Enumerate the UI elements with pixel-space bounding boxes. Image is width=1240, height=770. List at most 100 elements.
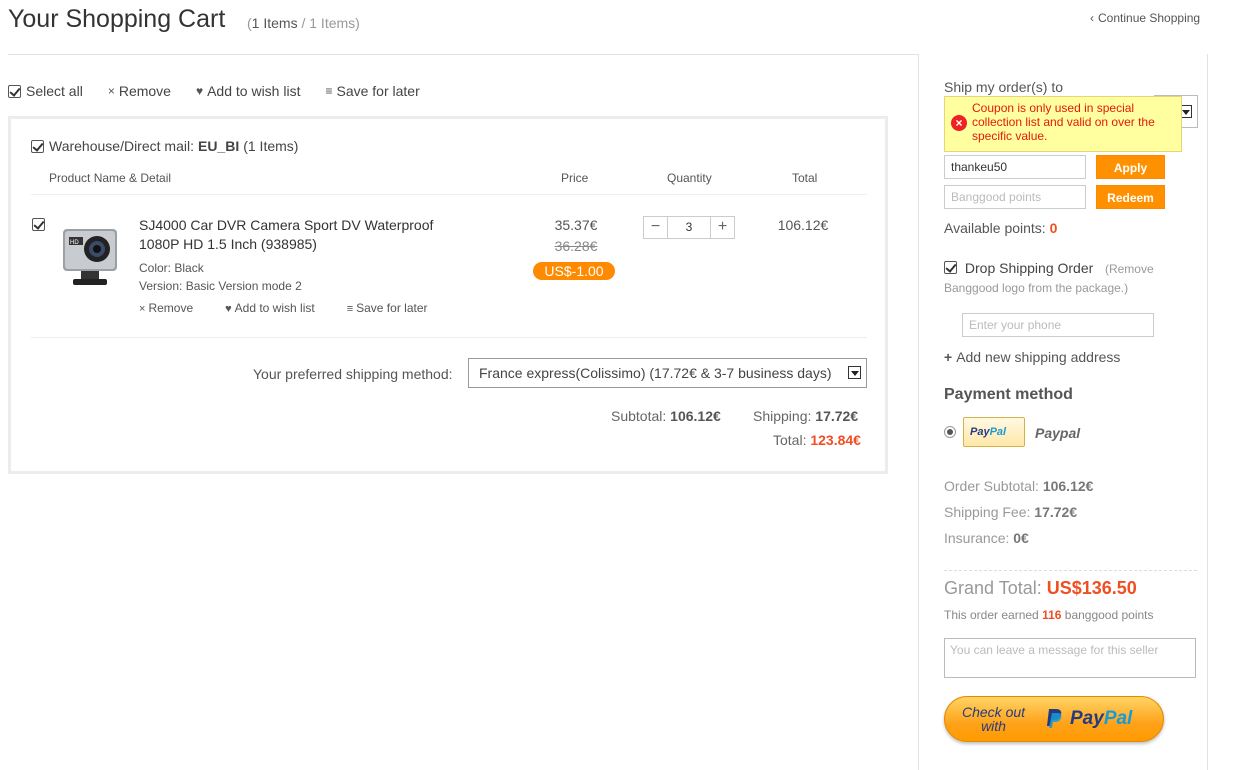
- item-price: 35.37€: [554, 217, 598, 233]
- ship-to-label: Ship my order(s) to: [944, 79, 1064, 95]
- paypal-word-pal: Pal: [1103, 708, 1133, 729]
- cart-shipping: Shipping: 17.72€: [753, 408, 858, 424]
- save-for-later-button[interactable]: ≡ Save for later: [325, 83, 419, 99]
- quantity-decrease-button[interactable]: −: [644, 217, 667, 238]
- order-subtotal: Order Subtotal: 106.12€: [944, 478, 1093, 494]
- cart-subtotal-value: 106.12€: [670, 408, 721, 424]
- warehouse-checkbox[interactable]: [31, 139, 44, 153]
- cart-subtotal-label: Subtotal:: [611, 408, 667, 424]
- warehouse-label: Warehouse/Direct mail:: [49, 138, 194, 154]
- payment-method-title: Payment method: [944, 386, 1073, 403]
- item-remove-link[interactable]: × Remove: [139, 301, 209, 315]
- plus-icon: +: [944, 349, 953, 365]
- list-icon: ≡: [346, 303, 354, 315]
- warehouse-header: Warehouse/Direct mail: EU_BI (1 Items): [31, 138, 298, 154]
- coupon-error-text: Coupon is only used in special collectio…: [972, 101, 1155, 143]
- item-count-current: 1 Items: [251, 15, 298, 31]
- available-points-label: Available points:: [944, 220, 1046, 236]
- available-points-value: 0: [1049, 220, 1058, 236]
- item-old-price: 36.28€: [554, 238, 598, 254]
- order-subtotal-label: Order Subtotal:: [944, 478, 1039, 494]
- error-icon: ×: [951, 115, 967, 131]
- add-address-label: Add new shipping address: [956, 349, 1121, 365]
- warehouse-count: (1 Items): [243, 138, 299, 154]
- product-version: Version: Basic Version mode 2: [139, 279, 302, 293]
- item-save-later-link[interactable]: ≡ Save for later: [347, 301, 444, 315]
- product-image[interactable]: HD: [55, 219, 125, 289]
- redeem-points-button[interactable]: Redeem: [1096, 185, 1165, 209]
- quantity-increase-button[interactable]: +: [711, 217, 734, 238]
- apply-coupon-button[interactable]: Apply: [1096, 155, 1165, 179]
- product-name-link[interactable]: SJ4000 Car DVR Camera Sport DV Waterproo…: [139, 216, 459, 254]
- chevron-left-icon: ‹: [1090, 11, 1094, 25]
- points-input[interactable]: Banggood points: [944, 185, 1086, 209]
- chevron-down-icon: [848, 366, 861, 379]
- item-count: (1 Items / 1 Items): [247, 15, 360, 31]
- quantity-input[interactable]: 3: [667, 217, 711, 238]
- paypal-logo-pal: Pal: [989, 426, 1007, 438]
- paypal-logo-pay: Pay: [970, 426, 990, 438]
- paypal-word-pay: Pay: [1070, 708, 1104, 729]
- quantity-stepper: − 3 +: [643, 216, 735, 239]
- insurance: Insurance: 0€: [944, 530, 1029, 546]
- add-to-wishlist-button[interactable]: ♥ Add to wish list: [196, 83, 301, 99]
- shipping-method-select[interactable]: France express(Colissimo) (17.72€ & 3-7 …: [468, 358, 867, 388]
- close-icon: ×: [107, 84, 115, 98]
- item-actions: × Remove ♥ Add to wish list ≡ Save for late…: [139, 301, 460, 315]
- heart-icon: ♥: [225, 303, 232, 315]
- column-product: Product Name & Detail: [49, 171, 172, 185]
- heart-icon: ♥: [195, 84, 204, 98]
- checkout-line2: with: [981, 718, 1006, 734]
- grand-total: Grand Total: US$136.50: [944, 578, 1137, 599]
- list-icon: ≡: [325, 84, 333, 98]
- item-checkbox[interactable]: [32, 218, 45, 231]
- cart-toolbar: Select all × Remove ♥ Add to wish list ≡ Sa…: [8, 83, 445, 99]
- select-all-checkbox[interactable]: Select all: [8, 83, 83, 99]
- phone-input[interactable]: Enter your phone: [962, 313, 1154, 337]
- wishlist-label: Add to wish list: [207, 83, 301, 99]
- continue-shopping-link[interactable]: ‹ Continue Shopping: [1090, 11, 1200, 25]
- paypal-wordmark: PayPal: [1070, 708, 1132, 730]
- checkbox-icon[interactable]: [8, 84, 21, 98]
- points-earned-suffix: banggood points: [1064, 608, 1154, 622]
- cart-total: Total: 123.84€: [773, 432, 861, 448]
- summary-divider: [944, 570, 1197, 571]
- paypal-logo[interactable]: PayPal: [963, 417, 1025, 447]
- grand-total-value: US$136.50: [1046, 578, 1137, 598]
- drop-shipping-label: Drop Shipping Order: [964, 260, 1094, 276]
- item-wishlist-link[interactable]: ♥ Add to wish list: [225, 301, 331, 315]
- shipping-fee-value: 17.72€: [1034, 504, 1078, 520]
- page-title: Your Shopping Cart: [8, 5, 226, 33]
- continue-shopping-label: Continue Shopping: [1098, 11, 1201, 25]
- item-save-later-label: Save for later: [356, 301, 428, 315]
- item-divider: [31, 337, 867, 338]
- column-price: Price: [561, 171, 589, 185]
- cart-subtotal: Subtotal: 106.12€: [611, 408, 721, 424]
- svg-text:HD: HD: [70, 240, 79, 246]
- shipping-method-value: France express(Colissimo) (17.72€ & 3-7 …: [479, 365, 832, 381]
- column-total: Total: [792, 171, 818, 185]
- order-subtotal-value: 106.12€: [1042, 478, 1094, 494]
- paypal-radio[interactable]: [944, 426, 956, 438]
- close-icon: ×: [139, 303, 146, 315]
- coupon-error-tooltip: × Coupon is only used in special collect…: [944, 96, 1182, 152]
- drop-shipping-checkbox[interactable]: [944, 261, 957, 274]
- paypal-p-icon: [1047, 709, 1062, 728]
- header-divider: [8, 54, 919, 55]
- column-quantity: Quantity: [667, 171, 712, 185]
- select-all-label: Select all: [26, 83, 83, 99]
- cart-total-label: Total:: [773, 432, 807, 448]
- seller-message-input[interactable]: You can leave a message for this seller: [944, 638, 1196, 678]
- insurance-value: 0€: [1013, 530, 1029, 546]
- grand-total-label: Grand Total:: [944, 578, 1042, 598]
- coupon-input[interactable]: thankeu50: [944, 155, 1086, 179]
- checkout-with-paypal-button[interactable]: Check out with PayPal: [944, 696, 1164, 742]
- add-shipping-address-link[interactable]: + Add new shipping address: [944, 349, 1120, 365]
- points-earned: This order earned 116 banggood points: [944, 608, 1154, 622]
- cart-panel: Warehouse/Direct mail: EU_BI (1 Items) P…: [8, 116, 888, 474]
- checkout-sidebar: Ship my order(s) to × Coupon is only use…: [918, 54, 1208, 770]
- warehouse-code: EU_BI: [197, 138, 240, 154]
- remove-selected-button[interactable]: × Remove: [108, 83, 171, 99]
- points-earned-prefix: This order earned: [944, 608, 1039, 622]
- drop-shipping-option: Drop Shipping Order (Remove Banggood log…: [944, 259, 1194, 297]
